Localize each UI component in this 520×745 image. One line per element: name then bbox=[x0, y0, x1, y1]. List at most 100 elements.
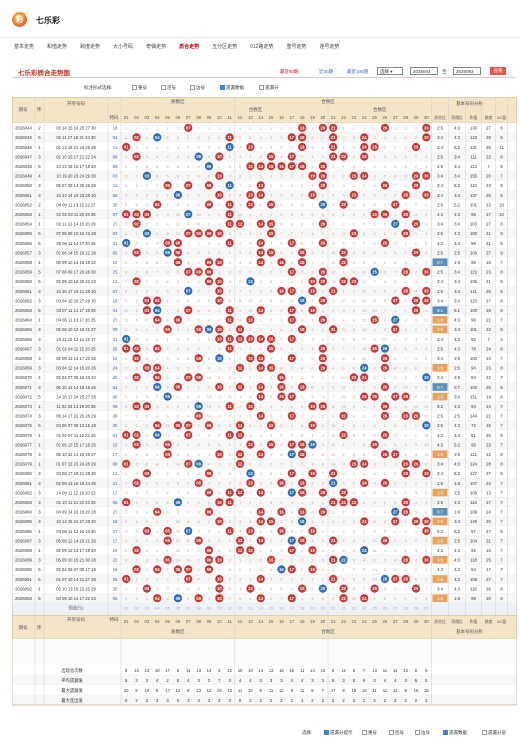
display-option-1[interactable]: 连号 bbox=[161, 85, 176, 91]
miss-count: 1 bbox=[332, 337, 334, 342]
miss-count: 3 bbox=[239, 145, 241, 150]
miss-count: 1 bbox=[135, 231, 137, 236]
nav-item-4[interactable]: 奇偶走势 bbox=[146, 41, 166, 54]
miss-count: 1 bbox=[218, 269, 220, 274]
miss-count: 3 bbox=[260, 442, 262, 447]
drawn-ball-label: 02 bbox=[134, 250, 139, 255]
header-subzone-2: 合数区 bbox=[373, 106, 387, 113]
drawn-ball-label: 22 bbox=[341, 250, 346, 255]
site-header: 彩 七乐彩 bbox=[0, 0, 520, 38]
miss-count: 2 bbox=[177, 442, 179, 447]
row-analysis-value: 107 bbox=[470, 481, 478, 486]
miss-count: 2 bbox=[239, 509, 241, 514]
row-analysis-value: 64 bbox=[471, 567, 476, 572]
miss-count: 1 bbox=[415, 317, 417, 322]
period-select[interactable]: 选择 ▾ bbox=[377, 67, 403, 75]
nav-item-5[interactable]: 质合走势 bbox=[179, 41, 199, 54]
drawn-ball-label: 20 bbox=[320, 241, 325, 246]
checkbox-icon[interactable] bbox=[324, 730, 329, 736]
miss-count: 2 bbox=[187, 202, 189, 207]
predict-num: 16 bbox=[279, 606, 283, 611]
checkbox-icon[interactable] bbox=[443, 730, 448, 736]
miss-count: 5 bbox=[394, 164, 396, 169]
checkbox-icon[interactable] bbox=[259, 85, 264, 91]
miss-count: 2 bbox=[146, 490, 148, 495]
miss-count: 6 bbox=[187, 365, 189, 370]
checkbox-icon[interactable] bbox=[389, 730, 394, 736]
checkbox-icon[interactable] bbox=[362, 730, 367, 736]
checkbox-icon[interactable] bbox=[161, 85, 166, 91]
footer-analysis-label: 基本号码分析 bbox=[456, 628, 483, 635]
miss-count: 7 bbox=[332, 394, 334, 399]
miss-count: 1 bbox=[270, 173, 272, 178]
miss-count: 12 bbox=[372, 557, 376, 562]
nav-item-7[interactable]: 012路走势 bbox=[250, 41, 273, 54]
row-analysis-value: 100 bbox=[470, 231, 478, 236]
nav-item-8[interactable]: 重号走势 bbox=[286, 41, 306, 54]
lottery-logo-icon[interactable]: 彩 bbox=[12, 12, 27, 27]
drawn-ball-label: 24 bbox=[362, 145, 367, 150]
checkbox-icon[interactable] bbox=[190, 85, 195, 91]
display-option-2[interactable]: 边号 bbox=[190, 85, 205, 91]
nav-item-0[interactable]: 基本走势 bbox=[14, 41, 34, 54]
nav-item-1[interactable]: 和值走势 bbox=[47, 41, 67, 54]
miss-count: 1 bbox=[208, 577, 210, 582]
drawn-ball-label: 09 bbox=[207, 567, 212, 572]
miss-count: 1 bbox=[125, 125, 127, 130]
to-issue-input[interactable]: 2026093 bbox=[453, 67, 481, 75]
miss-count: 1 bbox=[342, 423, 344, 428]
footer-num: 29 bbox=[414, 619, 419, 624]
miss-count: 3 bbox=[280, 193, 282, 198]
drawn-ball-label: 20 bbox=[320, 125, 325, 130]
miss-count: 6 bbox=[342, 337, 344, 342]
display-option-3[interactable]: 遗漏数据 bbox=[220, 85, 244, 91]
row-ratio: 4:3 bbox=[437, 212, 443, 217]
drawn-ball-label: 03 bbox=[145, 471, 150, 476]
miss-count: 3 bbox=[353, 404, 355, 409]
nav-item-9[interactable]: 连号走势 bbox=[319, 41, 339, 54]
checkbox-icon[interactable] bbox=[132, 85, 137, 91]
bottom-option-4[interactable]: 遗漏数据 bbox=[443, 730, 467, 736]
row-analysis-value: 28 bbox=[486, 145, 491, 150]
query-button[interactable]: 查看 bbox=[490, 67, 506, 75]
miss-count: 1 bbox=[342, 164, 344, 169]
header-num: 24 bbox=[362, 115, 367, 120]
miss-count: 5 bbox=[198, 586, 200, 591]
nav-item-2[interactable]: 跨度走势 bbox=[80, 41, 100, 54]
miss-count: 2 bbox=[425, 317, 427, 322]
bottom-option-1[interactable]: 重号 bbox=[362, 730, 377, 736]
bottom-option-0[interactable]: 遗漏分提示 bbox=[324, 730, 353, 736]
drawn-ball-label: 03 bbox=[145, 308, 150, 313]
stats-value: 13 bbox=[207, 668, 212, 673]
bottom-option-5[interactable]: 遗漏分层 bbox=[482, 730, 506, 736]
range-50[interactable]: 最近50期 bbox=[280, 69, 299, 75]
bottom-option-2[interactable]: 连号 bbox=[389, 730, 404, 736]
miss-count: 1 bbox=[363, 125, 365, 130]
miss-count: 3 bbox=[384, 154, 386, 159]
drawn-ball-label: 14 bbox=[258, 394, 263, 399]
miss-count: 1 bbox=[229, 125, 231, 130]
checkbox-icon[interactable] bbox=[220, 85, 225, 91]
bottom-option-3[interactable]: 边号 bbox=[415, 730, 430, 736]
drawn-ball-label: 13 bbox=[248, 337, 253, 342]
miss-count: 1 bbox=[249, 490, 251, 495]
row-ratio: 1:6 bbox=[437, 318, 443, 323]
row-numbers: 03 09 17 19 21 28 30 bbox=[56, 471, 96, 476]
header-num: 29 bbox=[414, 115, 419, 120]
header-num: 07 bbox=[186, 115, 191, 120]
nav-item-6[interactable]: 五分区走势 bbox=[212, 41, 237, 54]
miss-count: 3 bbox=[229, 269, 231, 274]
range-30[interactable]: 近30期 bbox=[319, 69, 333, 75]
miss-count: 1 bbox=[260, 173, 262, 178]
header-num: 04 bbox=[155, 115, 160, 120]
checkbox-icon[interactable] bbox=[415, 730, 420, 736]
display-option-0[interactable]: 重号 bbox=[132, 85, 147, 91]
from-issue-input[interactable]: 2026044 bbox=[410, 67, 438, 75]
miss-count: 2 bbox=[311, 586, 313, 591]
miss-count: 2 bbox=[280, 135, 282, 140]
checkbox-icon[interactable] bbox=[482, 730, 487, 736]
range-100[interactable]: 最近100期 bbox=[347, 69, 368, 75]
stats-value: 13 bbox=[227, 688, 232, 693]
nav-item-3[interactable]: 大小号码 bbox=[113, 41, 133, 54]
display-option-4[interactable]: 遗漏分 bbox=[259, 85, 279, 91]
